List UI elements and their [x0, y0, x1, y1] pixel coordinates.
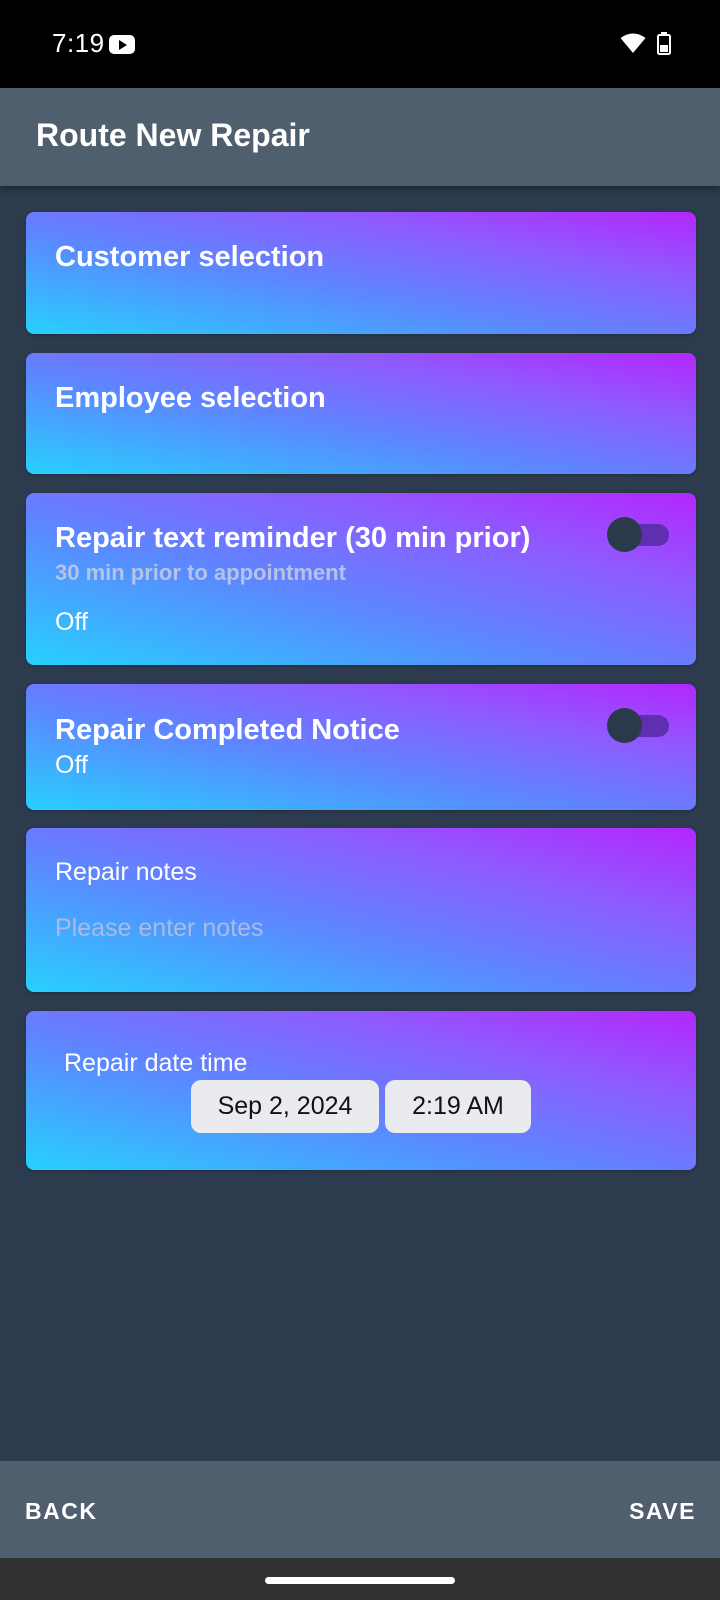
home-gesture-handle[interactable]: [265, 1577, 455, 1584]
save-button[interactable]: SAVE: [629, 1498, 696, 1525]
completed-notice-toggle[interactable]: [607, 708, 669, 743]
back-button[interactable]: BACK: [25, 1498, 97, 1525]
completed-notice-card: Repair Completed Notice Off: [26, 684, 696, 810]
repair-datetime-card: Repair date time Sep 2, 2024 2:19 AM: [26, 1011, 696, 1170]
completed-notice-title: Repair Completed Notice: [55, 714, 400, 746]
reminder-subtitle: 30 min prior to appointment: [55, 560, 346, 585]
customer-selection-card[interactable]: Customer selection: [26, 212, 696, 334]
status-time: 7:19: [52, 28, 105, 58]
toggle-thumb: [607, 708, 642, 743]
employee-selection-title: Employee selection: [55, 382, 326, 414]
date-picker-button[interactable]: Sep 2, 2024: [191, 1080, 379, 1133]
toggle-thumb: [607, 517, 642, 552]
repair-notes-label: Repair notes: [55, 858, 197, 886]
customer-selection-title: Customer selection: [55, 241, 325, 273]
reminder-title: Repair text reminder (30 min prior): [55, 522, 531, 554]
completed-notice-status: Off: [55, 751, 88, 779]
repair-notes-input[interactable]: [55, 910, 665, 946]
page-title: Route New Repair: [36, 117, 310, 153]
reminder-status: Off: [55, 608, 88, 636]
repair-notes-card: Repair notes: [26, 828, 696, 992]
time-picker-button[interactable]: 2:19 AM: [385, 1080, 531, 1133]
repair-datetime-label: Repair date time: [64, 1049, 248, 1077]
employee-selection-card[interactable]: Employee selection: [26, 353, 696, 474]
battery-icon: [657, 32, 671, 55]
bottom-action-bar: [0, 1461, 720, 1558]
reminder-card: Repair text reminder (30 min prior) 30 m…: [26, 493, 696, 665]
reminder-toggle[interactable]: [607, 517, 669, 552]
wifi-icon: [620, 33, 646, 53]
youtube-icon: [109, 35, 135, 54]
status-bar: [0, 0, 720, 88]
